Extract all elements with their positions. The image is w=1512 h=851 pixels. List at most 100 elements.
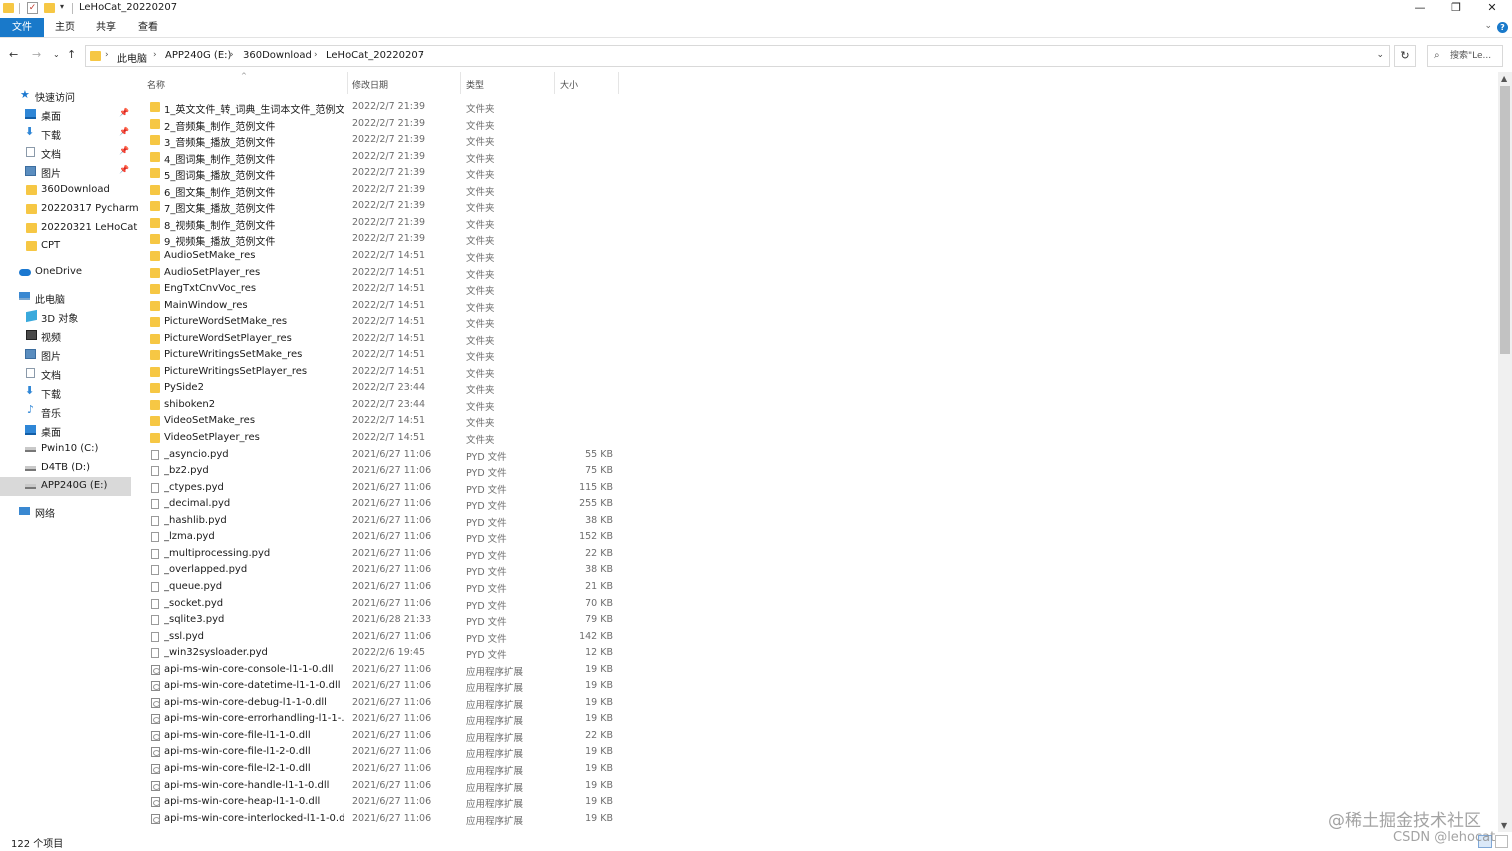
table-row[interactable]: 3_音频集_播放_范例文件 2022/2/7 21:39 文件夹: [141, 132, 621, 149]
sidebar-item-desktop-pc[interactable]: 桌面: [0, 421, 131, 440]
help-icon[interactable]: ?: [1497, 22, 1508, 33]
new-folder-icon[interactable]: [44, 3, 55, 13]
table-row[interactable]: _asyncio.pyd 2021/6/27 11:06 PYD 文件 55 KB: [141, 447, 621, 464]
table-row[interactable]: api-ms-win-core-file-l1-2-0.dll 2021/6/27…: [141, 744, 621, 761]
properties-icon[interactable]: ✓: [27, 2, 38, 14]
tab-share[interactable]: 共享: [89, 18, 123, 37]
sidebar-item-music[interactable]: ♪ 音乐: [0, 402, 131, 421]
table-row[interactable]: _sqlite3.pyd 2021/6/28 21:33 PYD 文件 79 KB: [141, 612, 621, 629]
table-row[interactable]: 1_英文文件_转_词典_生词本文件_范例文件 2022/2/7 21:39 文件夹: [141, 99, 621, 116]
column-header-name[interactable]: 名称: [147, 78, 165, 91]
column-divider[interactable]: [347, 72, 348, 94]
table-row[interactable]: AudioSetPlayer_res 2022/2/7 14:51 文件夹: [141, 265, 621, 282]
table-row[interactable]: 4_图词集_制作_范例文件 2022/2/7 21:39 文件夹: [141, 149, 621, 166]
table-row[interactable]: EngTxtCnvVoc_res 2022/2/7 14:51 文件夹: [141, 281, 621, 298]
sidebar-item-pictures[interactable]: 图片 📌: [0, 162, 131, 181]
table-row[interactable]: PictureWordSetMake_res 2022/2/7 14:51 文件夹: [141, 314, 621, 331]
expand-ribbon-icon[interactable]: ⌄: [1484, 21, 1492, 31]
table-row[interactable]: _hashlib.pyd 2021/6/27 11:06 PYD 文件 38 KB: [141, 513, 621, 530]
maximize-button[interactable]: ❐: [1446, 1, 1466, 14]
tab-home[interactable]: 主页: [48, 18, 82, 37]
close-button[interactable]: ✕: [1482, 1, 1502, 14]
large-icons-view-icon[interactable]: [1495, 835, 1508, 848]
column-header-type[interactable]: 类型: [466, 78, 484, 91]
sidebar-item-documents-pc[interactable]: 文档: [0, 364, 131, 383]
table-row[interactable]: api-ms-win-core-heap-l1-1-0.dll 2021/6/27…: [141, 794, 621, 811]
table-row[interactable]: MainWindow_res 2022/2/7 14:51 文件夹: [141, 298, 621, 315]
search-input[interactable]: [1450, 48, 1502, 64]
sidebar-item-drive-c[interactable]: Pwin10 (C:): [0, 440, 131, 459]
back-button[interactable]: ←: [9, 48, 18, 61]
table-row[interactable]: api-ms-win-core-debug-l1-1-0.dll 2021/6/2…: [141, 695, 621, 712]
chevron-down-icon[interactable]: ⌄: [1376, 50, 1384, 60]
recent-locations-button[interactable]: ⌄: [53, 50, 60, 59]
up-button[interactable]: ↑: [67, 48, 76, 61]
refresh-button[interactable]: ↻: [1394, 45, 1416, 67]
column-divider[interactable]: [618, 72, 619, 94]
table-row[interactable]: _queue.pyd 2021/6/27 11:06 PYD 文件 21 KB: [141, 579, 621, 596]
table-row[interactable]: VideoSetMake_res 2022/2/7 14:51 文件夹: [141, 413, 621, 430]
tab-view[interactable]: 查看: [131, 18, 165, 37]
sidebar-item-network[interactable]: 网络: [0, 502, 131, 521]
table-row[interactable]: api-ms-win-core-errorhandling-l1-1-... 20…: [141, 711, 621, 728]
column-divider[interactable]: [460, 72, 461, 94]
table-row[interactable]: 5_图词集_播放_范例文件 2022/2/7 21:39 文件夹: [141, 165, 621, 182]
table-row[interactable]: api-ms-win-core-file-l1-1-0.dll 2021/6/27…: [141, 728, 621, 745]
table-row[interactable]: PySide2 2022/2/7 23:44 文件夹: [141, 380, 621, 397]
table-row[interactable]: _decimal.pyd 2021/6/27 11:06 PYD 文件 255 KB: [141, 496, 621, 513]
chevron-right-icon[interactable]: [9, 90, 20, 100]
table-row[interactable]: _multiprocessing.pyd 2021/6/27 11:06 PYD 文…: [141, 546, 621, 563]
table-row[interactable]: _ssl.pyd 2021/6/27 11:06 PYD 文件 142 KB: [141, 629, 621, 646]
search-box[interactable]: ⌕: [1427, 45, 1503, 67]
sidebar-item-quick-access[interactable]: ★ 快速访问: [0, 86, 131, 105]
table-row[interactable]: AudioSetMake_res 2022/2/7 14:51 文件夹: [141, 248, 621, 265]
column-divider[interactable]: [554, 72, 555, 94]
sidebar-item-onedrive[interactable]: OneDrive: [0, 263, 131, 282]
address-bar[interactable]: › 此电脑 › APP240G (E:) › 360Download › LeH…: [85, 45, 1390, 67]
sidebar-item-drive-e[interactable]: APP240G (E:): [0, 477, 131, 496]
sidebar-item-pycharm[interactable]: 20220317 Pycharm: [0, 200, 139, 219]
scroll-up-icon[interactable]: ▲: [1501, 74, 1507, 83]
scroll-down-icon[interactable]: ▼: [1501, 821, 1507, 830]
table-row[interactable]: 9_视频集_播放_范例文件 2022/2/7 21:39 文件夹: [141, 231, 621, 248]
table-row[interactable]: 2_音频集_制作_范例文件 2022/2/7 21:39 文件夹: [141, 116, 621, 133]
chevron-right-icon[interactable]: ›: [105, 50, 109, 60]
table-row[interactable]: api-ms-win-core-file-l2-1-0.dll 2021/6/27…: [141, 761, 621, 778]
sidebar-item-lehocat[interactable]: 20220321 LeHoCat: [0, 219, 137, 238]
table-row[interactable]: api-ms-win-core-console-l1-1-0.dll 2021/6…: [141, 662, 621, 679]
table-row[interactable]: shiboken2 2022/2/7 23:44 文件夹: [141, 397, 621, 414]
table-row[interactable]: _overlapped.pyd 2021/6/27 11:06 PYD 文件 38 K…: [141, 562, 621, 579]
scrollbar-thumb[interactable]: [1500, 86, 1510, 354]
tab-file[interactable]: 文件: [0, 18, 44, 37]
sidebar-item-cpt[interactable]: CPT: [0, 237, 131, 256]
chevron-right-icon[interactable]: ›: [153, 50, 157, 60]
sidebar-item-documents[interactable]: 文档 📌: [0, 143, 131, 162]
table-row[interactable]: PictureWritingsSetMake_res 2022/2/7 14:51…: [141, 347, 621, 364]
minimize-button[interactable]: —: [1410, 1, 1430, 14]
sidebar-item-drive-d[interactable]: D4TB (D:): [0, 459, 131, 478]
chevron-right-icon[interactable]: ›: [314, 50, 318, 60]
table-row[interactable]: _win32sysloader.pyd 2022/2/6 19:45 PYD 文件 1…: [141, 645, 621, 662]
table-row[interactable]: PictureWritingsSetPlayer_res 2022/2/7 14:…: [141, 364, 621, 381]
sidebar-item-3d-objects[interactable]: 3D 对象: [0, 307, 131, 326]
column-header-size[interactable]: 大小: [560, 78, 578, 91]
sidebar-item-this-pc[interactable]: 此电脑: [0, 288, 131, 307]
table-row[interactable]: _bz2.pyd 2021/6/27 11:06 PYD 文件 75 KB: [141, 463, 621, 480]
table-row[interactable]: PictureWordSetPlayer_res 2022/2/7 14:51 文件…: [141, 331, 621, 348]
sidebar-item-360download[interactable]: 360Download: [0, 181, 131, 200]
table-row[interactable]: api-ms-win-core-datetime-l1-1-0.dll 2021/…: [141, 678, 621, 695]
breadcrumb-drive[interactable]: APP240G (E:): [165, 50, 231, 61]
vertical-scrollbar[interactable]: ▲ ▼: [1498, 72, 1512, 832]
table-row[interactable]: _lzma.pyd 2021/6/27 11:06 PYD 文件 152 KB: [141, 529, 621, 546]
table-row[interactable]: api-ms-win-core-handle-l1-1-0.dll 2021/6/…: [141, 778, 621, 795]
breadcrumb-360download[interactable]: 360Download: [243, 50, 312, 61]
sidebar-item-desktop[interactable]: 桌面 📌: [0, 105, 131, 124]
sidebar-item-downloads[interactable]: ⬇ 下载 📌: [0, 124, 131, 143]
table-row[interactable]: 8_视频集_制作_范例文件 2022/2/7 21:39 文件夹: [141, 215, 621, 232]
chevron-right-icon[interactable]: ›: [420, 50, 424, 60]
forward-button[interactable]: →: [32, 48, 41, 61]
sidebar-item-downloads-pc[interactable]: ⬇ 下载: [0, 383, 131, 402]
customize-quick-access-icon[interactable]: ▾: [60, 2, 64, 11]
table-row[interactable]: 6_图文集_制作_范例文件 2022/2/7 21:39 文件夹: [141, 182, 621, 199]
sidebar-item-pictures-pc[interactable]: 图片: [0, 345, 131, 364]
